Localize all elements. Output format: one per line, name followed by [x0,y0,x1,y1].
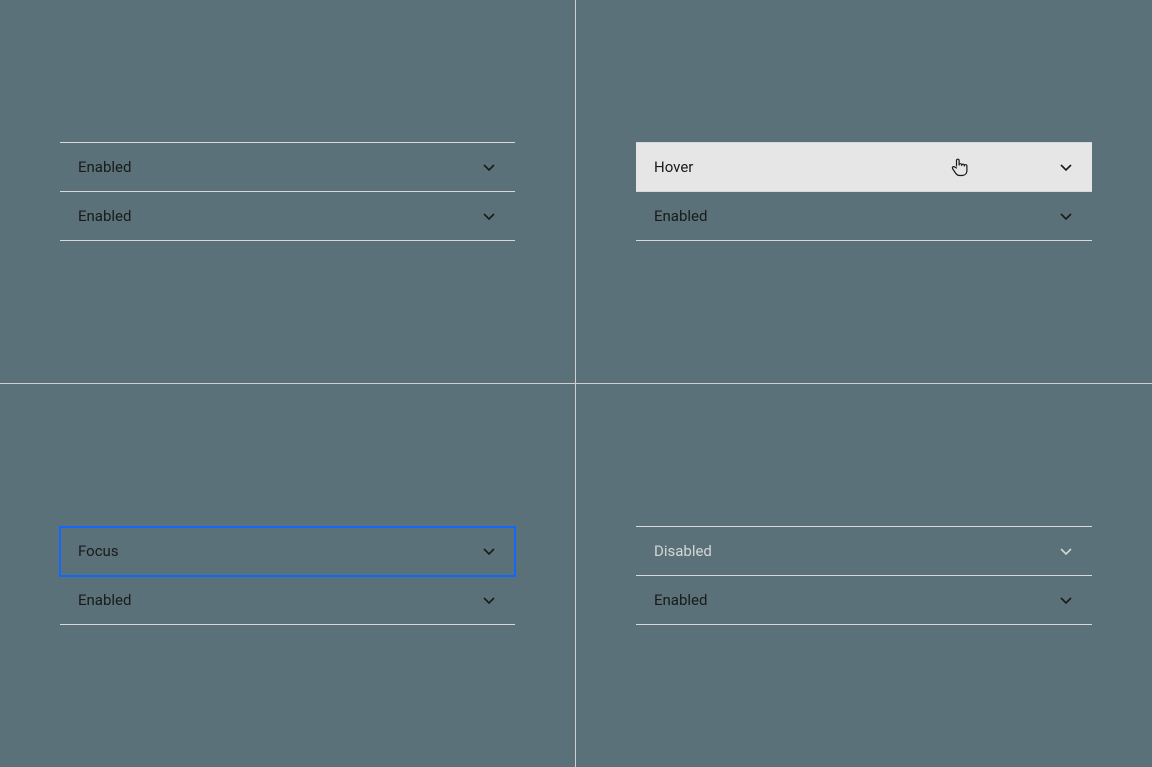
chevron-down-icon [1058,543,1074,559]
chevron-down-icon [481,543,497,559]
accordion-label: Enabled [78,207,481,225]
accordion-item-focus[interactable]: Focus [60,527,515,576]
accordion-label: Enabled [78,158,481,176]
accordion-group: Focus Enabled [60,526,515,625]
accordion-label: Focus [78,542,481,560]
quadrant-hover: Hover Enabled [576,0,1152,384]
accordion-item-enabled[interactable]: Enabled [60,192,515,241]
accordion-item-hover[interactable]: Hover [636,143,1092,192]
accordion-item-enabled[interactable]: Enabled [636,576,1092,625]
quadrant-focus: Focus Enabled [0,384,576,767]
accordion-label: Enabled [654,591,1058,609]
chevron-down-icon [1058,159,1074,175]
accordion-item-disabled: Disabled [636,527,1092,576]
chevron-down-icon [1058,592,1074,608]
chevron-down-icon [481,159,497,175]
chevron-down-icon [481,592,497,608]
accordion-group: Enabled Enabled [60,142,515,241]
quadrant-disabled: Disabled Enabled [576,384,1152,767]
quadrant-enabled: Enabled Enabled [0,0,576,384]
chevron-down-icon [1058,208,1074,224]
accordion-item-enabled[interactable]: Enabled [60,143,515,192]
accordion-label: Disabled [654,542,1058,560]
chevron-down-icon [481,208,497,224]
accordion-label: Enabled [654,207,1058,225]
accordion-item-enabled[interactable]: Enabled [60,576,515,625]
accordion-group: Hover Enabled [636,142,1092,241]
accordion-label: Enabled [78,591,481,609]
accordion-group: Disabled Enabled [636,526,1092,625]
accordion-label: Hover [654,158,950,176]
pointer-cursor-icon [950,157,968,177]
states-grid: Enabled Enabled Hover [0,0,1152,767]
accordion-item-enabled[interactable]: Enabled [636,192,1092,241]
